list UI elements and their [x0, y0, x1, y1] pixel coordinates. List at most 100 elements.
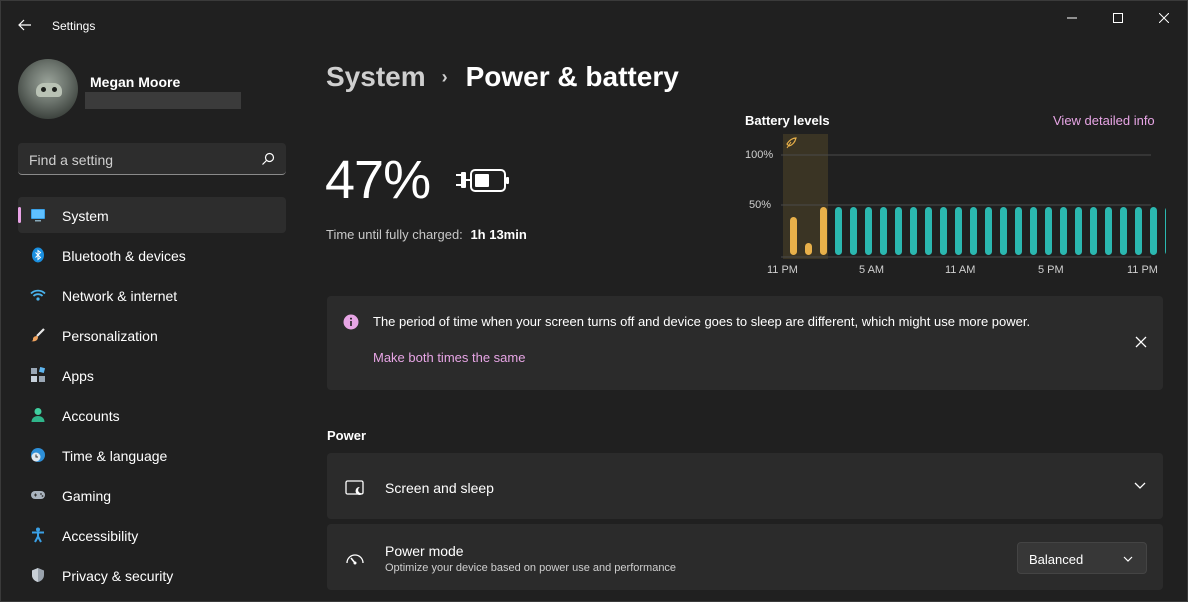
dismiss-notice-button[interactable] [1133, 334, 1149, 350]
battery-level-bar[interactable] [880, 207, 887, 255]
globe-clock-icon [31, 448, 45, 462]
battery-level-bar[interactable] [1045, 207, 1052, 255]
make-times-same-link[interactable]: Make both times the same [373, 350, 525, 365]
power-mode-dropdown[interactable]: Balanced [1017, 542, 1147, 574]
avatar [18, 59, 78, 119]
sidebar-item-label: Personalization [62, 328, 158, 344]
sidebar-item-time-language[interactable]: Time & language [18, 437, 286, 473]
screen-and-sleep-card[interactable]: Screen and sleep [327, 453, 1163, 519]
power-section-title: Power [327, 428, 367, 443]
battery-level-bar[interactable] [820, 207, 827, 255]
back-arrow-icon [18, 19, 31, 31]
notice-message: The period of time when your screen turn… [373, 314, 1031, 329]
gamepad-icon [31, 491, 45, 499]
system-icon [31, 209, 45, 222]
battery-level-bar[interactable] [1030, 207, 1037, 255]
profile-name: Megan Moore [90, 74, 181, 90]
maximize-button[interactable] [1095, 1, 1141, 35]
charge-time-label: Time until fully charged: [326, 227, 463, 242]
sidebar-item-gaming[interactable]: Gaming [18, 477, 286, 513]
battery-level-bar[interactable] [1165, 207, 1166, 255]
chevron-down-icon [1123, 556, 1133, 562]
info-icon [343, 314, 359, 330]
battery-level-bar[interactable] [835, 207, 842, 255]
search-icon[interactable] [260, 151, 276, 167]
power-mode-label: Power mode [385, 543, 464, 559]
battery-chart-title: Battery levels [745, 113, 830, 128]
battery-level-bar[interactable] [850, 207, 857, 255]
x-tick-label: 5 AM [859, 264, 884, 276]
sidebar-item-label: Accounts [62, 408, 120, 424]
y-tick-label: 100% [745, 149, 773, 161]
battery-level-bar[interactable] [940, 207, 947, 255]
sidebar-item-personalization[interactable]: Personalization [18, 317, 286, 353]
battery-level-bar[interactable] [1075, 207, 1082, 255]
active-indicator [18, 207, 21, 223]
shield-icon [32, 568, 44, 582]
search-input[interactable]: Find a setting [18, 143, 286, 175]
battery-level-bar[interactable] [895, 207, 902, 255]
wifi-icon [30, 289, 46, 301]
sidebar-item-label: Time & language [62, 448, 168, 464]
battery-level-bar[interactable] [865, 207, 872, 255]
sidebar-item-accounts[interactable]: Accounts [18, 397, 286, 433]
sidebar-item-label: Network & internet [62, 288, 178, 304]
y-tick-label: 50% [749, 199, 771, 211]
sidebar-item-network[interactable]: Network & internet [18, 277, 286, 313]
battery-level-bar[interactable] [910, 207, 917, 255]
close-button[interactable] [1141, 1, 1187, 35]
battery-percentage: 47% [325, 150, 431, 210]
maximize-icon [1113, 13, 1123, 23]
battery-levels-chart[interactable]: 100% 50% 11 PM 5 AM 11 AM 5 PM 11 PM [741, 131, 1166, 281]
view-detailed-info-link[interactable]: View detailed info [1053, 113, 1155, 128]
battery-level-bar[interactable] [1090, 207, 1097, 255]
battery-level-bar[interactable] [1000, 207, 1007, 255]
battery-level-bar[interactable] [805, 243, 812, 255]
settings-window: Settings Megan Moore Find a setting Syst… [0, 0, 1188, 602]
back-button[interactable] [11, 13, 39, 37]
sidebar-item-label: Accessibility [62, 528, 139, 544]
power-mode-selected: Balanced [1029, 552, 1084, 567]
chevron-down-icon[interactable] [1133, 478, 1147, 492]
breadcrumb: System › Power & battery [326, 61, 679, 93]
power-mode-description: Optimize your device based on power use … [385, 562, 677, 574]
close-icon [1135, 336, 1147, 348]
sidebar-item-label: Apps [62, 368, 94, 384]
sidebar-item-apps[interactable]: Apps [18, 357, 286, 393]
x-tick-label: 11 PM [1127, 264, 1158, 276]
battery-level-bar[interactable] [955, 207, 962, 255]
accessibility-icon [32, 527, 44, 543]
battery-level-bar[interactable] [970, 207, 977, 255]
screen-sleep-icon [345, 480, 364, 495]
brush-icon [31, 328, 45, 342]
apps-icon [31, 367, 46, 382]
sidebar-item-accessibility[interactable]: Accessibility [18, 517, 286, 553]
bluetooth-icon [32, 247, 44, 263]
breadcrumb-parent[interactable]: System [326, 61, 426, 93]
sidebar-item-system[interactable]: System [18, 197, 286, 233]
x-tick-label: 5 PM [1038, 264, 1064, 276]
page-title: Power & battery [465, 61, 679, 92]
battery-level-bar[interactable] [985, 207, 992, 255]
sidebar-item-label: Bluetooth & devices [62, 248, 186, 264]
screen-and-sleep-label: Screen and sleep [385, 480, 494, 496]
battery-level-bar[interactable] [1135, 207, 1142, 255]
battery-level-bar[interactable] [1015, 207, 1022, 255]
profile-email-redacted [85, 92, 241, 109]
power-mode-card: Power mode Optimize your device based on… [327, 524, 1163, 590]
minimize-button[interactable] [1049, 1, 1095, 35]
battery-level-bar[interactable] [925, 207, 932, 255]
close-icon [1159, 13, 1169, 23]
battery-level-bar[interactable] [1150, 207, 1157, 255]
speedometer-icon [346, 554, 364, 565]
sidebar-item-privacy[interactable]: Privacy & security [18, 557, 286, 593]
battery-level-bar[interactable] [1060, 207, 1067, 255]
sidebar-item-bluetooth[interactable]: Bluetooth & devices [18, 237, 286, 273]
charge-time-info: Time until fully charged: 1h 13min [326, 227, 527, 242]
x-tick-label: 11 PM [767, 264, 798, 276]
battery-level-bar[interactable] [1105, 207, 1112, 255]
battery-level-bar[interactable] [790, 217, 797, 255]
search-placeholder: Find a setting [29, 152, 114, 168]
battery-level-bar[interactable] [1120, 207, 1127, 255]
user-profile[interactable]: Megan Moore [18, 59, 288, 121]
